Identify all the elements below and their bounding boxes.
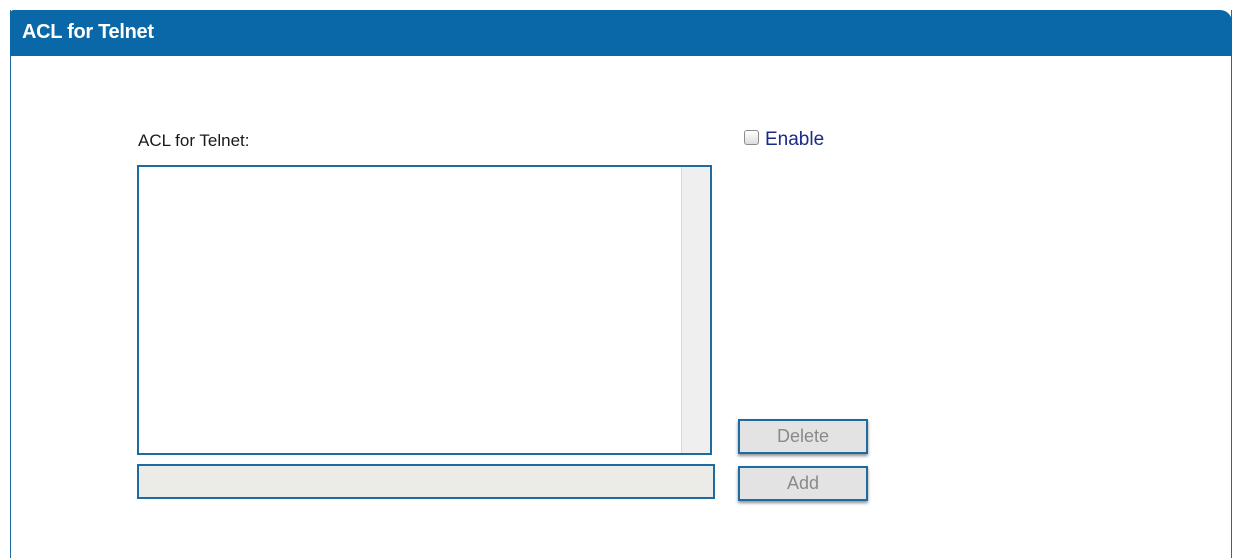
panel-title: ACL for Telnet: [22, 21, 154, 43]
enable-option[interactable]: Enable: [744, 126, 824, 151]
enable-label[interactable]: Enable: [765, 129, 824, 151]
enable-checkbox[interactable]: [744, 129, 759, 145]
acl-list-scrollbar[interactable]: [681, 167, 710, 453]
delete-button[interactable]: Delete: [738, 419, 868, 454]
acl-telnet-panel: ACL for Telnet ACL for Telnet: Enable De…: [10, 10, 1232, 558]
acl-field-label: ACL for Telnet:: [138, 131, 250, 150]
acl-list[interactable]: [137, 165, 712, 455]
acl-entry-input[interactable]: [137, 464, 715, 499]
panel-header: ACL for Telnet: [10, 10, 1232, 56]
add-button[interactable]: Add: [738, 466, 868, 501]
